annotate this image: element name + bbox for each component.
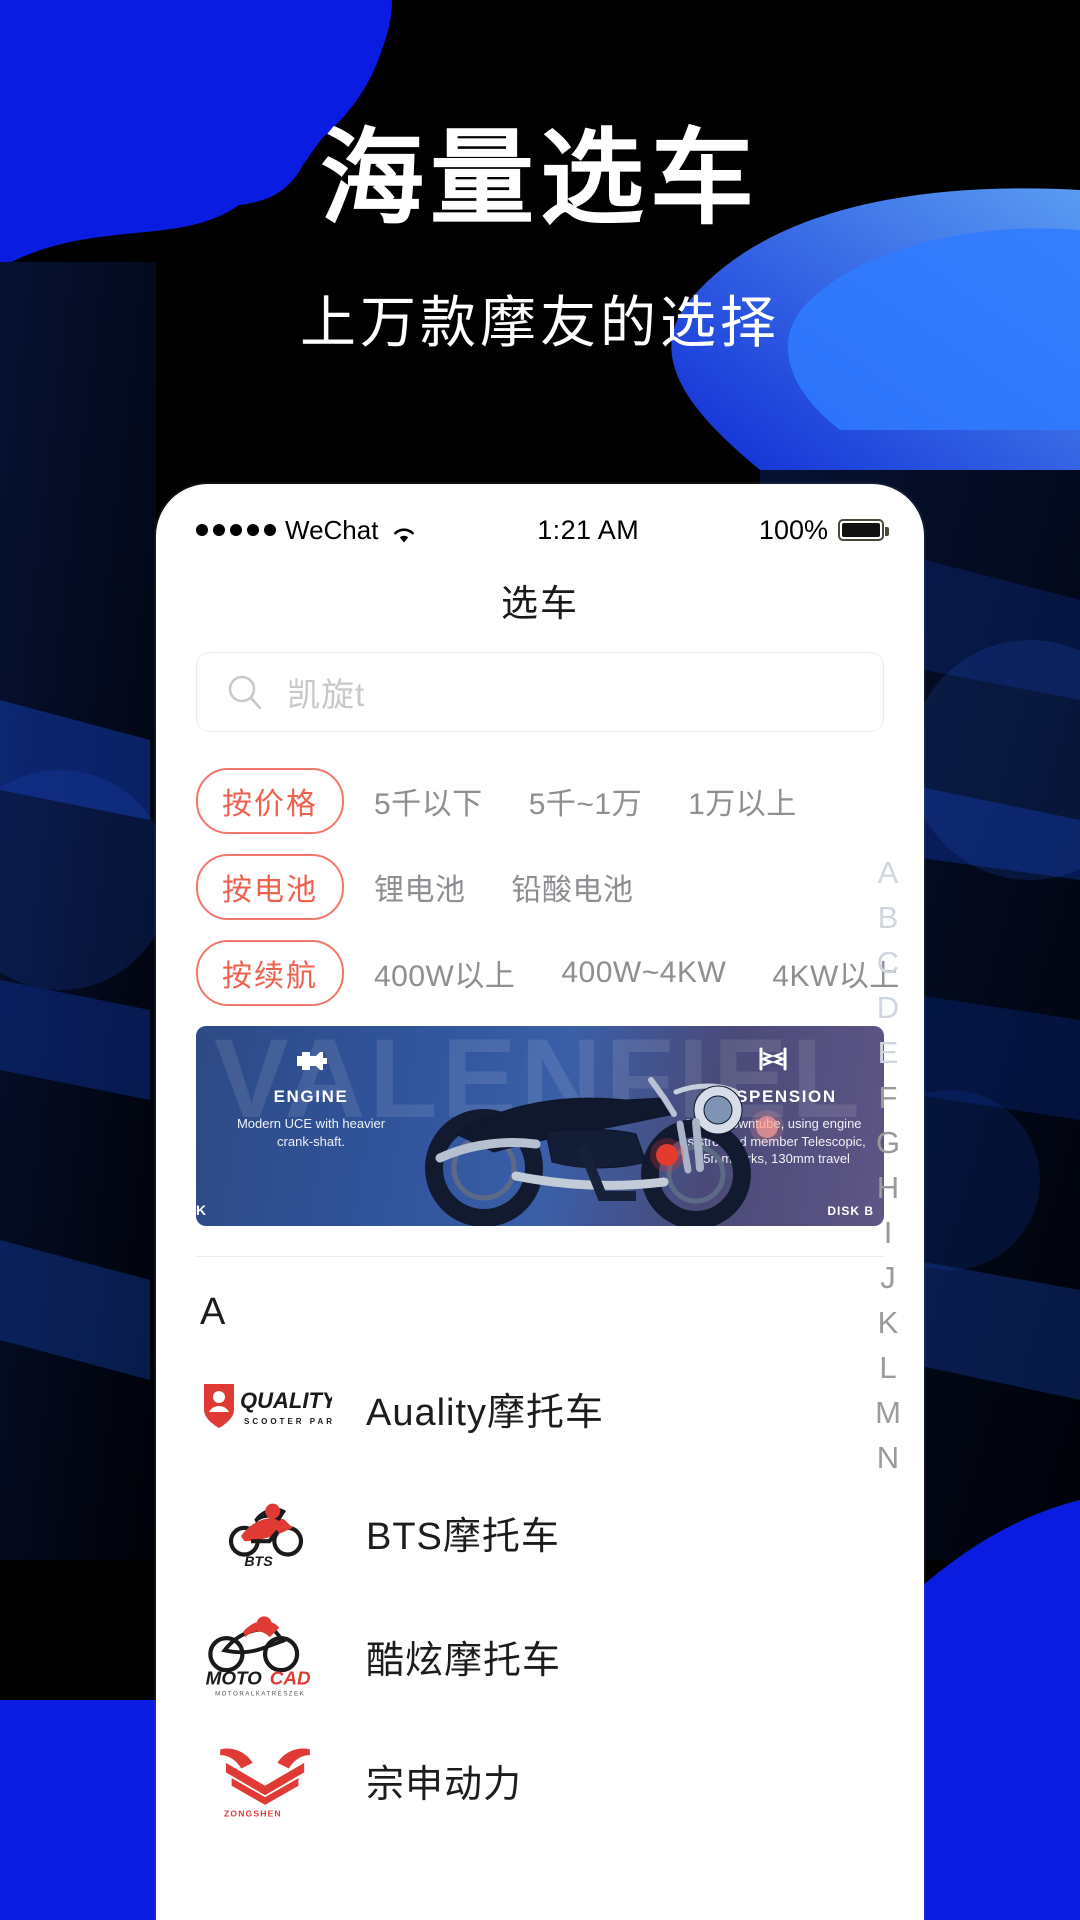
bts-logo: BTS [200,1487,332,1577]
alpha-index-l[interactable]: L [862,1345,914,1390]
brand-section-letter: A [200,1291,226,1333]
alpha-index-n[interactable]: N [862,1435,914,1480]
banner-left-edge-label: K [196,1202,207,1218]
alpha-index-g[interactable]: G [862,1120,914,1165]
navigation-bar: 选车 [156,558,924,642]
status-bar-right: 100% [758,514,889,546]
banner-heading-engine: ENGINE [273,1087,349,1106]
brand-name: Auality摩托车 [366,1391,605,1434]
svg-text:SCOOTER PARTS: SCOOTER PARTS [244,1417,332,1426]
search-placeholder: 凯旋t [287,676,366,713]
motocad-logo: MOTO CAD MOTORALKATRÉSZEK [200,1611,332,1701]
list-item[interactable]: MOTO CAD MOTORALKATRÉSZEK 酷炫摩托车 [156,1594,924,1718]
search-input[interactable]: 凯旋t [196,652,884,732]
alpha-index-b[interactable]: B [862,895,914,940]
filter-option-battery-0[interactable]: 锂电池 [358,856,482,918]
battery-percent-label: 100% [758,514,828,545]
status-bar-left: WeChat [196,515,417,546]
alpha-index-d[interactable]: D [862,985,914,1030]
filter-row-price: 按价格 5千以下 5千~1万 1万以上 [196,758,884,844]
engine-icon [226,1044,396,1079]
filter-option-price-0[interactable]: 5千以下 [358,770,499,832]
wifi-icon [391,520,417,543]
list-item[interactable]: QUALITY SCOOTER PARTS Auality摩托车 [156,1346,924,1470]
alpha-index-i[interactable]: I [862,1210,914,1255]
svg-text:QUALITY: QUALITY [240,1388,332,1413]
alpha-index-m[interactable]: M [862,1390,914,1435]
alpha-index-a[interactable]: A [862,850,914,895]
alpha-index-f[interactable]: F [862,1075,914,1120]
svg-text:MOTO: MOTO [206,1667,263,1688]
filter-pill-price[interactable]: 按价格 [196,768,344,834]
alpha-index-k[interactable]: K [862,1300,914,1345]
phone-mockup: WeChat 1:21 AM 100% 选车 凯旋t 按价格 5千以下 5千~1… [156,484,924,1920]
promo-title: 海量选车 [319,121,760,237]
banner-hotspot-1[interactable] [656,1144,678,1166]
promo-text-block: 海量选车 上万款摩友的选择 [0,120,1080,359]
svg-text:BTS: BTS [244,1554,273,1570]
alpha-index-e[interactable]: E [862,1030,914,1075]
banner-card-engine: ENGINE Modern UCE with heavier crank-sha… [226,1044,396,1150]
battery-full-icon [837,519,889,541]
banner-hotspot-2[interactable] [756,1116,778,1138]
signal-strength-dots-icon [196,524,276,536]
alpha-index-h[interactable]: H [862,1165,914,1210]
promo-subtitle: 上万款摩友的选择 [300,290,780,354]
filter-option-battery-1[interactable]: 铅酸电池 [496,856,650,918]
alphabet-index[interactable]: A B C D E F G H I J K L M N [862,850,914,1480]
filter-row-range: 按续航 400W以上 400W~4KW 4KW以上 [196,930,899,1016]
filter-pill-range[interactable]: 按续航 [196,940,344,1006]
page-title: 选车 [501,583,579,624]
zongshen-logo: ZONGSHEN [200,1735,332,1825]
list-item[interactable]: ZONGSHEN 宗申动力 [156,1718,924,1842]
carrier-label: WeChat [285,514,379,545]
brand-name: 宗申动力 [366,1763,523,1806]
filter-option-price-1[interactable]: 5千~1万 [513,770,658,832]
banner-body-engine: Modern UCE with heavier crank-shaft. [236,1116,386,1149]
alpha-index-c[interactable]: C [862,940,914,985]
list-item[interactable]: BTS BTS摩托车 [156,1470,924,1594]
promo-stage: 海量选车 上万款摩友的选择 WeChat 1:21 AM 100% 选车 凯旋t… [0,0,1080,1920]
filter-section: 按价格 5千以下 5千~1万 1万以上 按电池 锂电池 铅酸电池 按续航 400… [156,732,924,1016]
filter-pill-battery[interactable]: 按电池 [196,854,344,920]
banner-section: VALENFIEL ENGINE Modern UCE with heavier… [156,1016,924,1226]
quality-scooter-parts-logo: QUALITY SCOOTER PARTS [200,1363,332,1453]
promo-banner[interactable]: VALENFIEL ENGINE Modern UCE with heavier… [196,1026,884,1226]
filter-option-range-0[interactable]: 400W以上 [358,942,531,1004]
status-bar-clock: 1:21 AM [537,514,640,545]
motorcycle-illustration [425,1077,751,1226]
status-bar: WeChat 1:21 AM 100% [156,484,924,558]
search-section: 凯旋t [156,642,924,732]
alpha-index-j[interactable]: J [862,1255,914,1300]
brand-name: BTS摩托车 [366,1515,560,1558]
svg-text:CAD: CAD [270,1667,311,1688]
filter-option-range-1[interactable]: 400W~4KW [545,947,742,999]
filter-row-battery: 按电池 锂电池 铅酸电池 [196,844,884,930]
svg-text:MOTORALKATRÉSZEK: MOTORALKATRÉSZEK [215,1691,305,1698]
filter-option-price-2[interactable]: 1万以上 [672,770,813,832]
svg-text:ZONGSHEN: ZONGSHEN [224,1808,282,1818]
brand-name: 酷炫摩托车 [366,1639,562,1682]
search-icon [225,672,265,712]
